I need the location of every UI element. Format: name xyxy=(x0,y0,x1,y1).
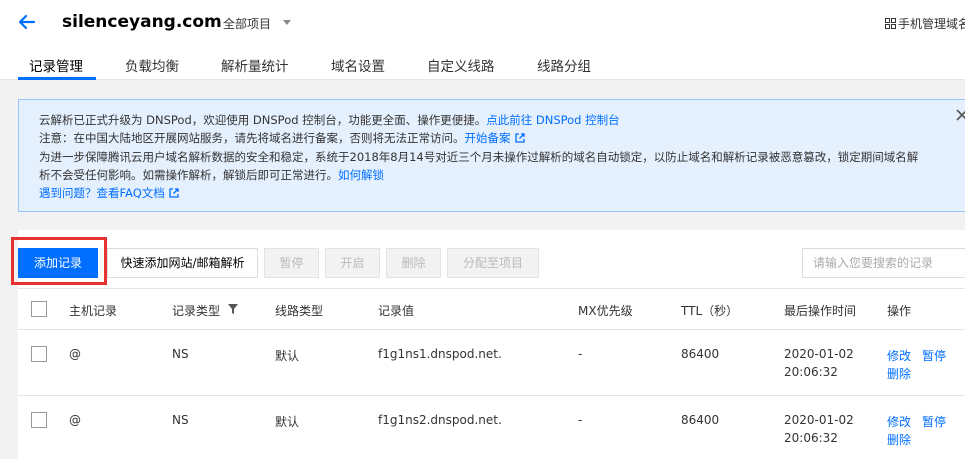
cell-type: NS xyxy=(172,347,189,361)
tab-records[interactable]: 记录管理 xyxy=(29,55,83,75)
notice-line-4: 析不会受任何影响。如需操作解析，解锁后即可正常进行。如何解锁 xyxy=(39,168,384,182)
cell-mx: - xyxy=(578,413,583,427)
cell-value: f1g1ns2.dnspod.net. xyxy=(378,413,502,427)
cell-date: 2020-01-02 xyxy=(784,347,854,361)
pause-link[interactable]: 暂停 xyxy=(922,413,946,430)
col-last-modified: 最后操作时间 xyxy=(784,304,857,318)
search-input[interactable] xyxy=(802,248,965,278)
tab-domain-settings[interactable]: 域名设置 xyxy=(331,55,385,75)
delete-link[interactable]: 删除 xyxy=(887,365,911,382)
enable-button[interactable]: 开启 xyxy=(325,248,380,278)
cell-host: @ xyxy=(69,347,81,361)
mobile-manage-link[interactable]: 手机管理域名 xyxy=(885,15,965,32)
col-value: 记录值 xyxy=(378,304,415,318)
external-link-icon[interactable] xyxy=(514,133,525,143)
cell-host: @ xyxy=(69,413,81,427)
close-icon[interactable] xyxy=(955,108,965,122)
select-all-checkbox[interactable] xyxy=(31,301,47,317)
domain-title: silenceyang.com xyxy=(62,12,222,32)
back-arrow-icon[interactable] xyxy=(16,11,38,33)
top-header: silenceyang.com 全部项目 手机管理域名 记录管理 负载均衡 解析… xyxy=(0,0,965,80)
tab-line-groups[interactable]: 线路分组 xyxy=(537,55,591,75)
cell-type: NS xyxy=(172,413,189,427)
highlight-box xyxy=(11,237,107,285)
cell-ttl: 86400 xyxy=(681,413,720,427)
col-type: 记录类型 xyxy=(172,304,221,318)
dnspod-console-link[interactable]: 点此前往 DNSPod 控制台 xyxy=(486,113,619,127)
cell-ttl: 86400 xyxy=(681,347,720,361)
tab-custom-lines[interactable]: 自定义线路 xyxy=(427,55,495,75)
records-panel: 添加记录 快速添加网站/邮箱解析 暂停 开启 删除 分配至项目 主机记录 记录类… xyxy=(18,230,965,459)
assign-project-button[interactable]: 分配至项目 xyxy=(447,248,539,278)
row-checkbox[interactable] xyxy=(31,346,47,362)
col-actions: 操作 xyxy=(887,304,912,318)
table-row: @ NS 默认 f1g1ns1.dnspod.net. - 86400 2020… xyxy=(18,330,965,396)
tab-stats[interactable]: 解析量统计 xyxy=(221,55,289,75)
notice-line-2: 注意：在中国大陆地区开展网站服务，请先将域名进行备案，否则将无法正常访问。开始备… xyxy=(39,130,525,146)
pause-button[interactable]: 暂停 xyxy=(264,248,319,278)
table-header: 主机记录 记录类型 线路类型 记录值 MX优先级 TTL（秒） 最后操作时间 操… xyxy=(18,288,965,330)
cell-date: 2020-01-02 xyxy=(784,413,854,427)
delete-button[interactable]: 删除 xyxy=(386,248,441,278)
active-tab-indicator xyxy=(18,77,96,80)
mobile-manage-label: 手机管理域名 xyxy=(898,17,965,31)
col-line: 线路类型 xyxy=(275,304,324,318)
cell-line: 默认 xyxy=(275,349,300,363)
notice-line-1: 云解析已正式升级为 DNSPod，欢迎使用 DNSPod 控制台，功能更全面、操… xyxy=(39,113,620,127)
delete-link[interactable]: 删除 xyxy=(887,431,911,448)
cell-line: 默认 xyxy=(275,415,300,429)
project-selector[interactable]: 全部项目 xyxy=(223,15,271,32)
faq-link[interactable]: 遇到问题？查看FAQ文档 xyxy=(39,186,165,200)
tab-bar: 记录管理 负载均衡 解析量统计 域名设置 自定义线路 线路分组 xyxy=(0,47,965,80)
pause-link[interactable]: 暂停 xyxy=(922,347,946,364)
external-link-icon[interactable] xyxy=(169,188,179,198)
cell-time: 20:06:32 xyxy=(784,365,838,379)
row-checkbox[interactable] xyxy=(31,412,47,428)
chevron-down-icon[interactable] xyxy=(283,20,291,25)
start-filing-link[interactable]: 开始备案 xyxy=(465,131,511,145)
grid-icon xyxy=(885,18,896,29)
quick-add-button[interactable]: 快速添加网站/邮箱解析 xyxy=(107,248,258,278)
table-row: @ NS 默认 f1g1ns2.dnspod.net. - 86400 2020… xyxy=(18,396,965,459)
notice-banner: 云解析已正式升级为 DNSPod，欢迎使用 DNSPod 控制台，功能更全面、操… xyxy=(18,99,965,212)
tab-load-balance[interactable]: 负载均衡 xyxy=(125,55,179,75)
filter-icon[interactable] xyxy=(228,304,238,314)
edit-link[interactable]: 修改 xyxy=(887,347,911,364)
cell-time: 20:06:32 xyxy=(784,431,838,445)
col-host: 主机记录 xyxy=(69,304,118,318)
notice-line-5: 遇到问题？查看FAQ文档 xyxy=(39,185,179,201)
edit-link[interactable]: 修改 xyxy=(887,413,911,430)
col-ttl: TTL（秒） xyxy=(681,304,739,318)
col-mx: MX优先级 xyxy=(578,304,633,318)
notice-line-3: 为进一步保障腾讯云用户域名解析数据的安全和稳定，系统于2018年8月14号对近三… xyxy=(39,150,919,164)
cell-mx: - xyxy=(578,347,583,361)
cell-value: f1g1ns1.dnspod.net. xyxy=(378,347,502,361)
how-to-unlock-link[interactable]: 如何解锁 xyxy=(338,168,384,182)
